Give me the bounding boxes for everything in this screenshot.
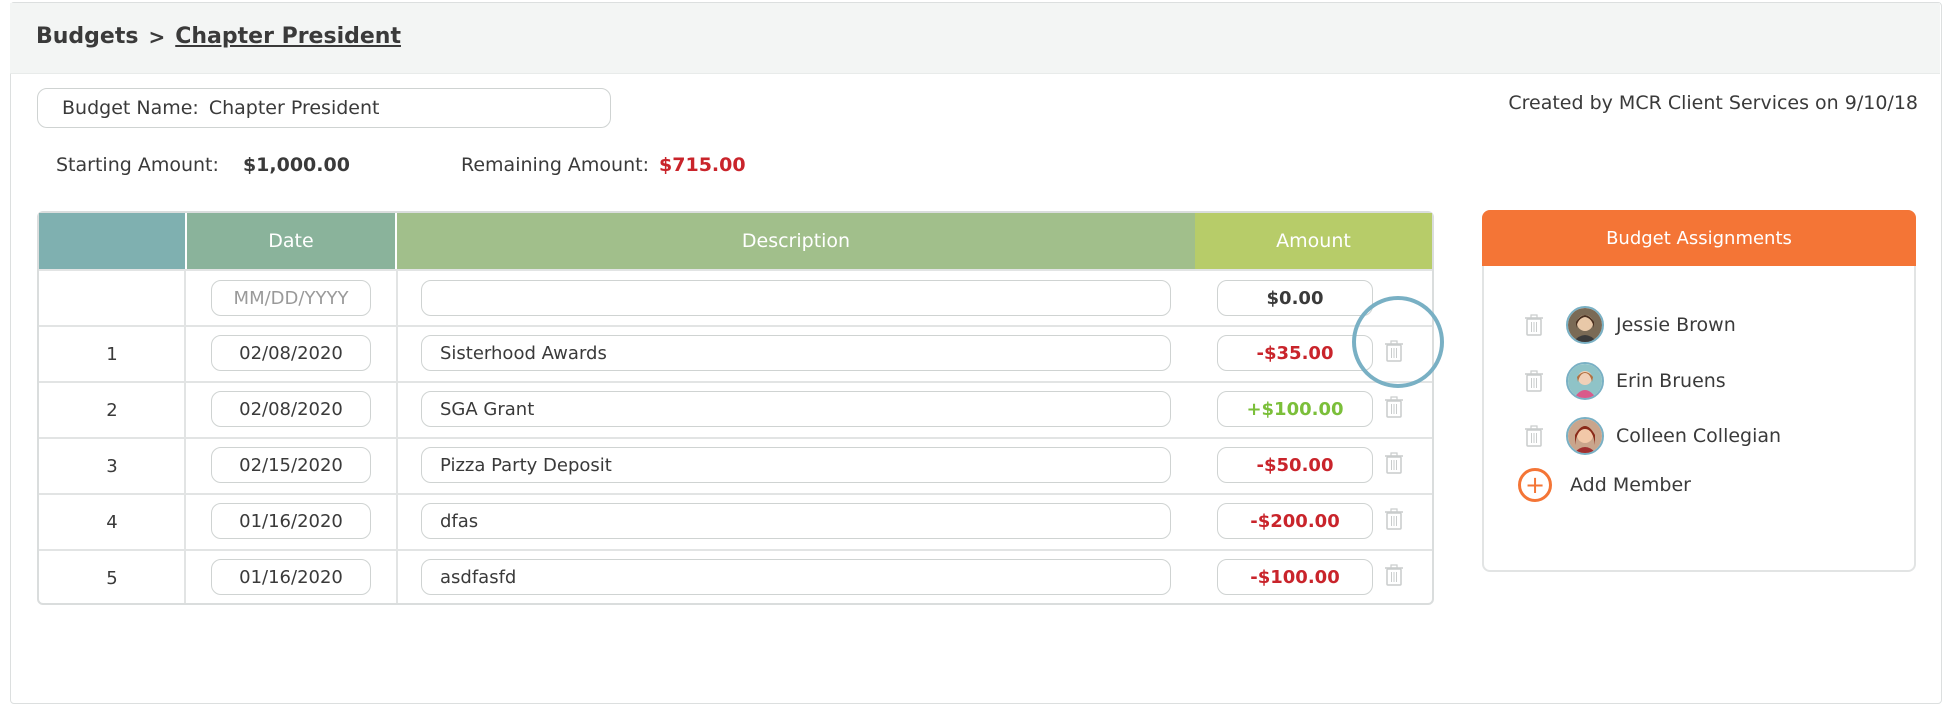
header-amount[interactable]: Amount xyxy=(1195,213,1432,269)
description-input[interactable]: asdfasfd xyxy=(421,559,1171,595)
remaining-amount-label: Remaining Amount: xyxy=(461,154,649,176)
starting-amount: Starting Amount: $1,000.00 xyxy=(56,154,350,176)
add-member-button[interactable]: + Add Member xyxy=(1484,460,1914,510)
breadcrumb-current[interactable]: Chapter President xyxy=(175,24,401,49)
amount-input[interactable]: +$100.00 xyxy=(1217,391,1373,427)
trash-icon[interactable] xyxy=(1524,313,1544,337)
table-row: 5 01/16/2020 asdfasfd -$100.00 xyxy=(39,549,1432,605)
budget-name-label: Budget Name: xyxy=(62,97,199,119)
table-row: 1 02/08/2020 Sisterhood Awards -$35.00 xyxy=(39,325,1432,381)
transactions-table: Date Description Amount MM/DD/YYYY $0.00… xyxy=(37,211,1434,605)
new-amount-input[interactable]: $0.00 xyxy=(1217,280,1373,316)
budget-assignments-title: Budget Assignments xyxy=(1482,210,1916,266)
chevron-right-icon: > xyxy=(148,24,166,49)
row-number: 5 xyxy=(106,567,118,589)
member-name: Colleen Collegian xyxy=(1616,425,1782,447)
budget-assignments-panel: Budget Assignments Jessie Brown Erin Bru… xyxy=(1482,210,1916,572)
amount-input[interactable]: -$100.00 xyxy=(1217,559,1373,595)
avatar xyxy=(1566,417,1604,455)
trash-icon[interactable] xyxy=(1384,395,1404,419)
new-description-input[interactable] xyxy=(421,280,1171,316)
created-by-text: Created by MCR Client Services on 9/10/1… xyxy=(1508,92,1918,114)
table-row: 3 02/15/2020 Pizza Party Deposit -$50.00 xyxy=(39,437,1432,493)
description-input[interactable]: dfas xyxy=(421,503,1171,539)
description-input[interactable]: SGA Grant xyxy=(421,391,1171,427)
add-member-label[interactable]: Add Member xyxy=(1570,474,1691,496)
row-number: 4 xyxy=(106,511,118,533)
description-input[interactable]: Sisterhood Awards xyxy=(421,335,1171,371)
row-number: 2 xyxy=(106,399,118,421)
amount-input[interactable]: -$200.00 xyxy=(1217,503,1373,539)
header-description[interactable]: Description xyxy=(395,213,1195,269)
breadcrumb-root[interactable]: Budgets xyxy=(36,24,138,49)
avatar xyxy=(1566,306,1604,344)
date-input[interactable]: 01/16/2020 xyxy=(211,503,371,539)
description-input[interactable]: Pizza Party Deposit xyxy=(421,447,1171,483)
row-number: 1 xyxy=(106,343,118,365)
trash-icon[interactable] xyxy=(1384,507,1404,531)
table-header: Date Description Amount xyxy=(39,213,1432,269)
trash-icon[interactable] xyxy=(1524,424,1544,448)
trash-icon[interactable] xyxy=(1384,339,1404,363)
row-number: 3 xyxy=(106,455,118,477)
member-item: Erin Bruens xyxy=(1484,356,1914,406)
trash-icon[interactable] xyxy=(1524,369,1544,393)
trash-icon[interactable] xyxy=(1384,451,1404,475)
table-row: 4 01/16/2020 dfas -$200.00 xyxy=(39,493,1432,549)
budget-name-value[interactable]: Chapter President xyxy=(209,97,380,119)
date-input[interactable]: 02/08/2020 xyxy=(211,391,371,427)
new-date-input[interactable]: MM/DD/YYYY xyxy=(211,280,371,316)
header-num xyxy=(39,213,185,269)
member-item: Colleen Collegian xyxy=(1484,411,1914,461)
member-name: Erin Bruens xyxy=(1616,370,1726,392)
new-entry-row: MM/DD/YYYY $0.00 xyxy=(39,269,1432,325)
budget-name-field[interactable]: Budget Name: Chapter President xyxy=(37,88,611,128)
date-input[interactable]: 01/16/2020 xyxy=(211,559,371,595)
member-name: Jessie Brown xyxy=(1616,314,1736,336)
breadcrumb: Budgets > Chapter President xyxy=(36,24,401,49)
date-input[interactable]: 02/08/2020 xyxy=(211,335,371,371)
remaining-amount: Remaining Amount: $715.00 xyxy=(461,154,746,176)
member-item: Jessie Brown xyxy=(1484,300,1914,350)
amount-input[interactable]: -$50.00 xyxy=(1217,447,1373,483)
date-input[interactable]: 02/15/2020 xyxy=(211,447,371,483)
starting-amount-value: $1,000.00 xyxy=(242,154,350,176)
avatar xyxy=(1566,362,1604,400)
trash-icon[interactable] xyxy=(1384,563,1404,587)
starting-amount-label: Starting Amount: xyxy=(56,154,219,176)
amount-input[interactable]: -$35.00 xyxy=(1217,335,1373,371)
plus-icon[interactable]: + xyxy=(1518,468,1552,502)
header-date[interactable]: Date xyxy=(185,213,395,269)
table-row: 2 02/08/2020 SGA Grant +$100.00 xyxy=(39,381,1432,437)
remaining-amount-value: $715.00 xyxy=(659,154,746,176)
